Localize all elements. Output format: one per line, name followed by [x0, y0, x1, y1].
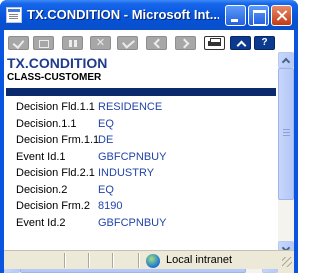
field-value: GBFCPNBUY [98, 150, 167, 163]
status-separator [88, 253, 89, 268]
field-row: Decision Frm.2 8190 [4, 199, 278, 216]
field-row: Decision Fld.1.1 RESIDENCE [4, 100, 278, 117]
vertical-scroll-thumb[interactable] [278, 68, 294, 200]
field-label: Decision Frm.2 [16, 200, 90, 212]
next-icon[interactable] [175, 36, 196, 50]
x-icon[interactable]: ✕ [90, 36, 111, 50]
title-bar[interactable]: TX.CONDITION - Microsoft Int... [0, 0, 298, 30]
grip-line [283, 135, 290, 136]
field-label: Event Id.2 [16, 216, 66, 229]
field-value: GBFCPNBUY [98, 216, 167, 229]
scroll-up-button[interactable] [278, 52, 294, 68]
field-value: EQ [98, 183, 114, 196]
field-list: Decision Fld.1.1 RESIDENCE Decision.1.1 … [4, 100, 278, 232]
edit-icon[interactable] [33, 36, 54, 50]
vertical-scrollbar[interactable] [278, 52, 294, 257]
status-separator [64, 253, 65, 268]
field-value: 8190 [98, 200, 123, 212]
action-toolbar: ✕ ? [4, 30, 294, 52]
field-row: Event Id.2 GBFCPNBUY [4, 216, 278, 233]
prev-icon[interactable] [146, 36, 167, 50]
field-label: Decision Fld.2.1 [16, 167, 95, 179]
field-value: EQ [98, 117, 114, 130]
browser-window: TX.CONDITION - Microsoft Int... ✕ ? TX.C… [0, 0, 298, 273]
field-label: Decision Fld.1.1 [16, 101, 95, 113]
field-value: DE [98, 134, 114, 146]
check2-icon[interactable] [117, 36, 138, 50]
page-content: TX.CONDITION CLASS-CUSTOMER Decision Fld… [4, 52, 278, 257]
field-label: Decision Frm.1.1 [16, 134, 100, 146]
page-title: TX.CONDITION [7, 55, 108, 71]
browser-client-area: ✕ ? TX.CONDITION CLASS-CUSTOMER Decision… [4, 30, 294, 273]
pause-icon[interactable] [62, 36, 83, 50]
close-button[interactable] [271, 5, 292, 26]
check-icon[interactable] [8, 36, 29, 50]
up-icon[interactable] [230, 36, 251, 50]
grip-line [283, 132, 290, 133]
document-icon [6, 7, 22, 23]
window-title: TX.CONDITION - Microsoft Int... [27, 7, 219, 22]
field-label: Decision.2 [16, 183, 68, 196]
field-label: Event Id.1 [16, 150, 66, 163]
field-row: Event Id.1 GBFCPNBUY [4, 150, 278, 167]
globe-icon [146, 254, 160, 268]
field-row: Decision.1.1 EQ [4, 117, 278, 134]
status-separator [112, 253, 113, 268]
print-icon[interactable] [204, 36, 225, 50]
minimize-button[interactable] [225, 5, 246, 26]
field-value: INDUSTRY [98, 167, 155, 179]
status-bar: Local intranet [4, 250, 294, 269]
grip-line [283, 129, 290, 130]
maximize-button[interactable] [248, 5, 269, 26]
status-separator [138, 253, 139, 268]
header-bar [6, 88, 276, 96]
field-value: RESIDENCE [98, 101, 163, 113]
field-row: Decision Frm.1.1 DE [4, 133, 278, 150]
field-row: Decision.2 EQ [4, 183, 278, 200]
page-subtitle: CLASS-CUSTOMER [7, 72, 102, 83]
field-row: Decision Fld.2.1 INDUSTRY [4, 166, 278, 183]
security-zone-label: Local intranet [166, 254, 233, 266]
resize-grip[interactable] [282, 257, 292, 267]
field-label: Decision.1.1 [16, 117, 77, 130]
help-icon[interactable]: ? [254, 36, 275, 50]
